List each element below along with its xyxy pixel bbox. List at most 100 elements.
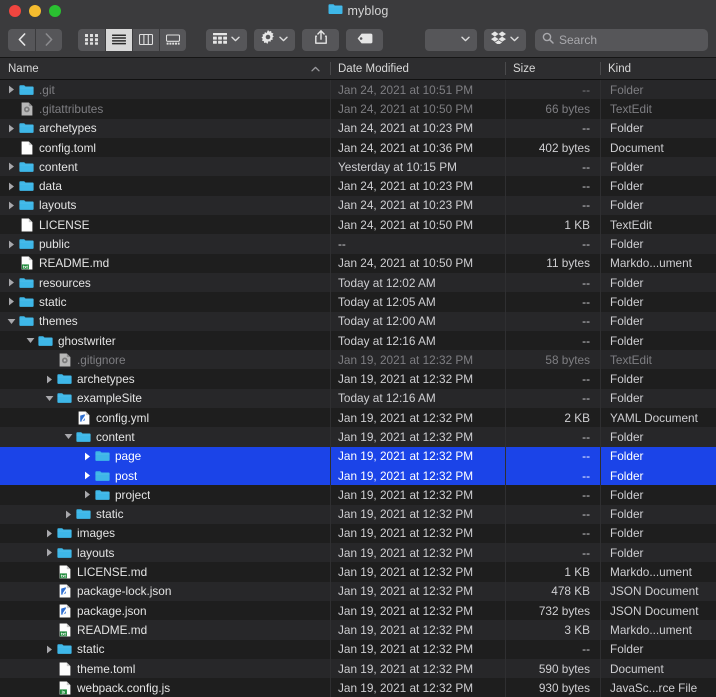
disclosure-triangle-collapsed-icon[interactable]: [4, 124, 18, 133]
row-name-cell[interactable]: archetypes: [0, 121, 330, 135]
gallery-view-button[interactable]: [159, 28, 186, 51]
disclosure-triangle-expanded-icon[interactable]: [23, 337, 37, 344]
row-name-cell[interactable]: txt README.md: [0, 623, 330, 637]
row-name-cell[interactable]: static: [0, 507, 330, 521]
disclosure-triangle-collapsed-icon[interactable]: [61, 510, 75, 519]
row-name-cell[interactable]: static: [0, 642, 330, 656]
group-by-button[interactable]: [206, 28, 247, 51]
row-name-cell[interactable]: package-lock.json: [0, 584, 330, 598]
row-name-cell[interactable]: archetypes: [0, 372, 330, 386]
table-row[interactable]: exampleSite Today at 12:16 AM -- Folder: [0, 388, 716, 409]
row-name-cell[interactable]: data: [0, 179, 330, 193]
disclosure-triangle-collapsed-icon[interactable]: [42, 645, 56, 654]
row-name-cell[interactable]: content: [0, 160, 330, 174]
disclosure-triangle-collapsed-icon[interactable]: [4, 162, 18, 171]
disclosure-triangle-collapsed-icon[interactable]: [4, 278, 18, 287]
table-row[interactable]: themes Today at 12:00 AM -- Folder: [0, 311, 716, 331]
disclosure-triangle-collapsed-icon[interactable]: [42, 548, 56, 557]
table-row[interactable]: package.json Jan 19, 2021 at 12:32 PM 732 …: [0, 601, 716, 621]
table-row[interactable]: archetypes Jan 24, 2021 at 10:23 PM -- Fold…: [0, 118, 716, 138]
table-row[interactable]: static Today at 12:05 AM -- Folder: [0, 292, 716, 312]
table-row[interactable]: .gitattributes Jan 24, 2021 at 10:50 PM 66…: [0, 99, 716, 119]
dropbox-button[interactable]: [484, 28, 526, 51]
row-name-cell[interactable]: LICENSE: [0, 218, 330, 232]
column-header-size[interactable]: Size: [505, 58, 600, 79]
table-row[interactable]: data Jan 24, 2021 at 10:23 PM -- Folder: [0, 176, 716, 196]
row-name-cell[interactable]: public: [0, 237, 330, 251]
row-name-cell[interactable]: images: [0, 526, 330, 540]
disclosure-triangle-collapsed-icon[interactable]: [4, 297, 18, 306]
row-name-cell[interactable]: resources: [0, 276, 330, 290]
column-view-button[interactable]: [132, 28, 159, 51]
column-header-date-modified[interactable]: Date Modified: [330, 58, 505, 79]
row-name-cell[interactable]: .gitattributes: [0, 102, 330, 116]
disclosure-triangle-collapsed-icon[interactable]: [80, 490, 94, 499]
table-row[interactable]: txt LICENSE.md Jan 19, 2021 at 12:32 PM 1 K…: [0, 562, 716, 582]
column-header-kind[interactable]: Kind: [600, 58, 716, 79]
table-row[interactable]: public -- -- Folder: [0, 234, 716, 254]
disclosure-triangle-collapsed-icon[interactable]: [42, 529, 56, 538]
row-name-cell[interactable]: package.json: [0, 604, 330, 618]
disclosure-triangle-expanded-icon[interactable]: [61, 433, 75, 440]
table-row[interactable]: theme.toml Jan 19, 2021 at 12:32 PM 590 by…: [0, 658, 716, 679]
disclosure-triangle-collapsed-icon[interactable]: [42, 375, 56, 384]
tag-button[interactable]: [346, 28, 383, 51]
table-row[interactable]: archetypes Jan 19, 2021 at 12:32 PM -- Fold…: [0, 369, 716, 389]
table-row[interactable]: content Jan 19, 2021 at 12:32 PM -- Folder: [0, 427, 716, 447]
table-row[interactable]: package-lock.json Jan 19, 2021 at 12:32 P…: [0, 581, 716, 602]
row-name-cell[interactable]: themes: [0, 314, 330, 328]
table-row[interactable]: LICENSE Jan 24, 2021 at 10:50 PM 1 KB TextE…: [0, 215, 716, 235]
search-field[interactable]: Search: [535, 28, 708, 51]
back-button[interactable]: [8, 29, 35, 51]
row-name-cell[interactable]: config.yml: [0, 411, 330, 425]
forward-button[interactable]: [35, 28, 62, 51]
share-button[interactable]: [302, 28, 339, 51]
table-row[interactable]: static Jan 19, 2021 at 12:32 PM -- Folder: [0, 504, 716, 524]
table-row[interactable]: images Jan 19, 2021 at 12:32 PM -- Folder: [0, 523, 716, 544]
disclosure-triangle-collapsed-icon[interactable]: [80, 452, 94, 461]
table-row[interactable]: config.yml Jan 19, 2021 at 12:32 PM 2 KB YA…: [0, 408, 716, 428]
table-row[interactable]: post Jan 19, 2021 at 12:32 PM -- Folder: [0, 465, 716, 486]
table-row[interactable]: .git Jan 24, 2021 at 10:51 PM -- Folder: [0, 80, 716, 100]
row-name-cell[interactable]: js webpack.config.js: [0, 681, 330, 695]
icon-view-button[interactable]: [78, 29, 105, 51]
disclosure-triangle-collapsed-icon[interactable]: [4, 240, 18, 249]
disclosure-triangle-expanded-icon[interactable]: [4, 318, 18, 325]
maximize-button[interactable]: [49, 5, 61, 17]
row-name-cell[interactable]: .git: [0, 83, 330, 97]
table-row[interactable]: ghostwriter Today at 12:16 AM -- Folder: [0, 330, 716, 351]
row-name-cell[interactable]: config.toml: [0, 141, 330, 155]
disclosure-triangle-collapsed-icon[interactable]: [4, 201, 18, 210]
table-row[interactable]: resources Today at 12:02 AM -- Folder: [0, 272, 716, 293]
column-header-name[interactable]: Name: [0, 58, 330, 79]
row-name-cell[interactable]: page: [0, 449, 330, 463]
table-row[interactable]: content Yesterday at 10:15 PM -- Folder: [0, 157, 716, 177]
close-button[interactable]: [9, 5, 21, 17]
row-name-cell[interactable]: txt LICENSE.md: [0, 565, 330, 579]
row-name-cell[interactable]: project: [0, 488, 330, 502]
row-name-cell[interactable]: ghostwriter: [0, 334, 330, 348]
row-name-cell[interactable]: post: [0, 469, 330, 483]
table-row[interactable]: project Jan 19, 2021 at 12:32 PM -- Folder: [0, 485, 716, 505]
row-name-cell[interactable]: exampleSite: [0, 391, 330, 405]
row-name-cell[interactable]: content: [0, 430, 330, 444]
disclosure-triangle-collapsed-icon[interactable]: [80, 471, 94, 480]
table-row[interactable]: txt README.md Jan 24, 2021 at 10:50 PM 11 b…: [0, 253, 716, 273]
disclosure-triangle-expanded-icon[interactable]: [42, 395, 56, 402]
table-row[interactable]: txt README.md Jan 19, 2021 at 12:32 PM 3 KB…: [0, 620, 716, 640]
row-name-cell[interactable]: .gitignore: [0, 353, 330, 367]
action-gear-button[interactable]: [254, 28, 295, 51]
row-name-cell[interactable]: layouts: [0, 546, 330, 560]
table-row[interactable]: .gitignore Jan 19, 2021 at 12:32 PM 58 byt…: [0, 350, 716, 370]
table-row[interactable]: layouts Jan 19, 2021 at 12:32 PM -- Folder: [0, 543, 716, 563]
disclosure-triangle-collapsed-icon[interactable]: [4, 85, 18, 94]
table-row[interactable]: config.toml Jan 24, 2021 at 10:36 PM 402 b…: [0, 137, 716, 158]
minimize-button[interactable]: [29, 5, 41, 17]
table-row[interactable]: js webpack.config.js Jan 19, 2021 at 12:32…: [0, 678, 716, 697]
row-name-cell[interactable]: static: [0, 295, 330, 309]
table-row[interactable]: page Jan 19, 2021 at 12:32 PM -- Folder: [0, 446, 716, 466]
row-name-cell[interactable]: txt README.md: [0, 256, 330, 270]
extra-dropdown[interactable]: [425, 28, 477, 51]
table-row[interactable]: layouts Jan 24, 2021 at 10:23 PM -- Folder: [0, 195, 716, 216]
row-name-cell[interactable]: theme.toml: [0, 662, 330, 676]
